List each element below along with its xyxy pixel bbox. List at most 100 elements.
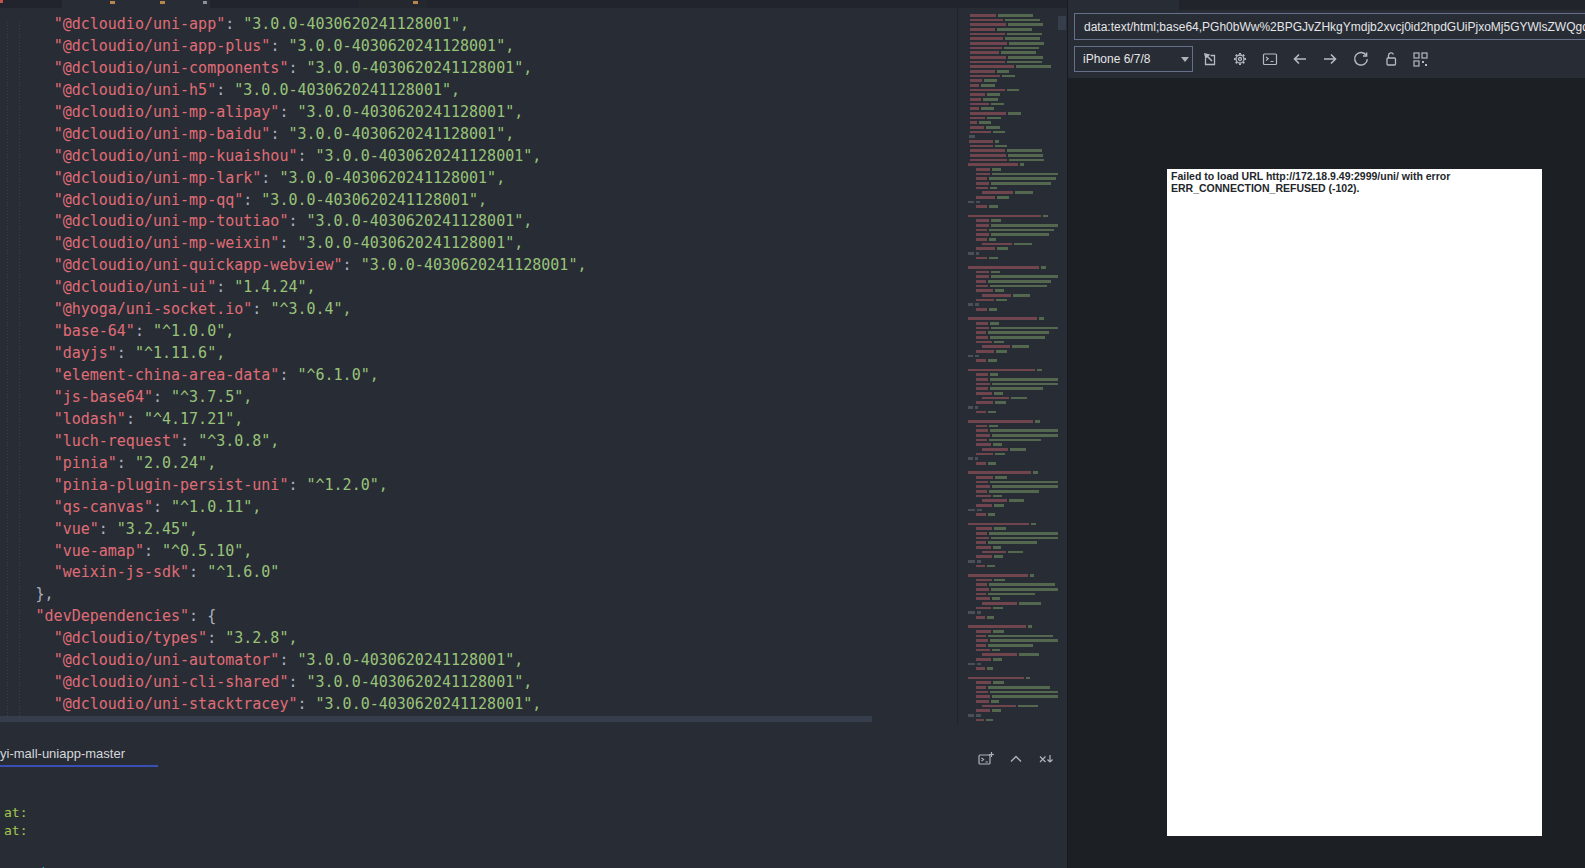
json-key: "base-64" xyxy=(54,322,135,340)
json-value: "3.0.0-4030620241128001", xyxy=(297,234,523,252)
minimap-mark xyxy=(1026,677,1031,680)
json-value: "3.0.0-4030620241128001", xyxy=(361,256,587,274)
settings-gear-icon[interactable] xyxy=(1231,50,1249,68)
minimap-mark xyxy=(989,177,1056,180)
minimap-mark xyxy=(994,392,1003,395)
minimap-mark xyxy=(970,51,999,54)
minimap-mark xyxy=(989,308,998,311)
json-value: "1.4.24", xyxy=(234,278,315,296)
preview-tab-bar xyxy=(1179,0,1585,10)
minimap-mark xyxy=(989,583,1056,586)
minimap-mark xyxy=(991,700,999,703)
json-punctuation: : xyxy=(225,15,243,33)
qr-code-icon[interactable] xyxy=(1411,50,1429,68)
json-punctuation: : xyxy=(288,59,306,77)
minimap-mark xyxy=(982,551,1006,554)
json-value: "3.0.0-4030620241128001", xyxy=(261,191,487,209)
minimap-mark xyxy=(1019,653,1040,656)
json-punctuation: : xyxy=(207,629,225,647)
tab-text-descender xyxy=(413,1,418,4)
tab-text-descender xyxy=(160,1,165,4)
minimap-mark xyxy=(995,453,1005,456)
json-key: "vue" xyxy=(54,520,99,538)
minimap-mark xyxy=(986,126,1000,129)
json-punctuation: : xyxy=(252,300,270,318)
minimap-mark xyxy=(976,700,989,703)
preview-tab-active[interactable] xyxy=(1068,0,1178,10)
code-line: "luch-request": "^3.0.8", xyxy=(18,431,587,453)
minimap-mark xyxy=(976,527,992,530)
url-input[interactable] xyxy=(1074,13,1585,40)
minimap-mark xyxy=(1015,191,1033,194)
minimap-mark xyxy=(993,546,1001,549)
minimap-mark xyxy=(993,607,1003,610)
minimap-mark xyxy=(992,695,1058,698)
minimap-mark xyxy=(992,168,1002,171)
open-external-icon[interactable] xyxy=(1201,50,1219,68)
minimap-mark xyxy=(994,527,1006,530)
minimap-mark xyxy=(986,719,993,722)
minimap-mark xyxy=(989,425,997,428)
minimap-mark xyxy=(988,513,996,516)
back-arrow-icon[interactable] xyxy=(1291,50,1309,68)
json-key: "lodash" xyxy=(54,410,126,428)
minimap-mark xyxy=(968,266,1039,269)
minimap-mark xyxy=(976,187,988,190)
editor-tab-active[interactable] xyxy=(62,0,210,8)
minimap-mark xyxy=(976,252,980,255)
minimap-mark xyxy=(988,359,996,362)
forward-arrow-icon[interactable] xyxy=(1321,50,1339,68)
minimap-mark xyxy=(992,597,1000,600)
minimap-mark xyxy=(988,644,1033,647)
json-key: "@dcloudio/uni-h5" xyxy=(54,81,217,99)
json-punctuation: : xyxy=(216,81,234,99)
collapse-up-icon[interactable] xyxy=(1007,750,1025,768)
minimap-mark xyxy=(982,397,1009,400)
json-value: "3.0.0-4030620241128001", xyxy=(316,695,542,713)
lock-open-icon[interactable] xyxy=(1382,50,1400,68)
minimap-mark xyxy=(976,714,980,717)
minimap-mark xyxy=(992,709,1001,712)
minimap-mark xyxy=(976,238,987,241)
minimap[interactable] xyxy=(958,0,1058,730)
code-editor[interactable]: "@dcloudio/uni-app": "3.0.0-403062024112… xyxy=(0,8,1056,724)
code-line: "@dcloudio/uni-automator": "3.0.0-403062… xyxy=(18,650,587,672)
code-line: }, xyxy=(18,584,587,606)
minimap-mark xyxy=(976,644,986,647)
minimap-mark xyxy=(982,653,1017,656)
json-punctuation: : xyxy=(279,103,297,121)
json-punctuation: : xyxy=(288,212,306,230)
code-line: "@dcloudio/uni-cli-shared": "3.0.0-40306… xyxy=(18,672,587,694)
device-selector[interactable]: iPhone 6/7/8 xyxy=(1074,46,1193,72)
json-punctuation: : xyxy=(279,651,297,669)
code-line: "pinia-plugin-persist-uni": "^1.2.0", xyxy=(18,475,587,497)
minimap-mark xyxy=(997,247,1009,250)
error-message-line2: ERR_CONNECTION_REFUSED (-102). xyxy=(1171,183,1542,195)
minimap-mark xyxy=(970,103,990,106)
minimap-mark xyxy=(988,411,996,414)
minimap-mark xyxy=(1001,51,1036,54)
json-value: "3.0.0-4030620241128001", xyxy=(307,59,533,77)
json-value: "3.0.0-4030620241128001", xyxy=(288,125,514,143)
minimap-mark xyxy=(997,28,1032,31)
console-icon[interactable] xyxy=(1261,50,1279,68)
minimap-mark xyxy=(990,387,1044,390)
json-punctuation: : xyxy=(189,563,207,581)
close-panel-icon[interactable] xyxy=(1037,750,1055,768)
minimap-mark xyxy=(976,378,988,381)
horizontal-scrollbar-thumb[interactable] xyxy=(0,716,872,722)
minimap-mark xyxy=(996,350,1007,353)
console-tab-label[interactable]: yi-mall-uniapp-master xyxy=(0,746,125,761)
minimap-mark xyxy=(1041,266,1047,269)
device-viewport[interactable]: Failed to load URL http://172.18.9.49:29… xyxy=(1167,169,1542,836)
new-terminal-icon[interactable] xyxy=(977,750,995,768)
code-line: "@dcloudio/uni-stacktracey": "3.0.0-4030… xyxy=(18,694,587,716)
json-value: "^1.0.0", xyxy=(153,322,234,340)
json-punctuation: : xyxy=(216,278,234,296)
code-line: "@dcloudio/uni-mp-kuaishou": "3.0.0-4030… xyxy=(18,146,587,168)
refresh-icon[interactable] xyxy=(1352,50,1370,68)
minimap-mark xyxy=(1031,523,1036,526)
minimap-mark xyxy=(970,117,985,120)
minimap-mark xyxy=(1002,75,1015,78)
vertical-scrollbar-thumb[interactable] xyxy=(1058,16,1066,30)
